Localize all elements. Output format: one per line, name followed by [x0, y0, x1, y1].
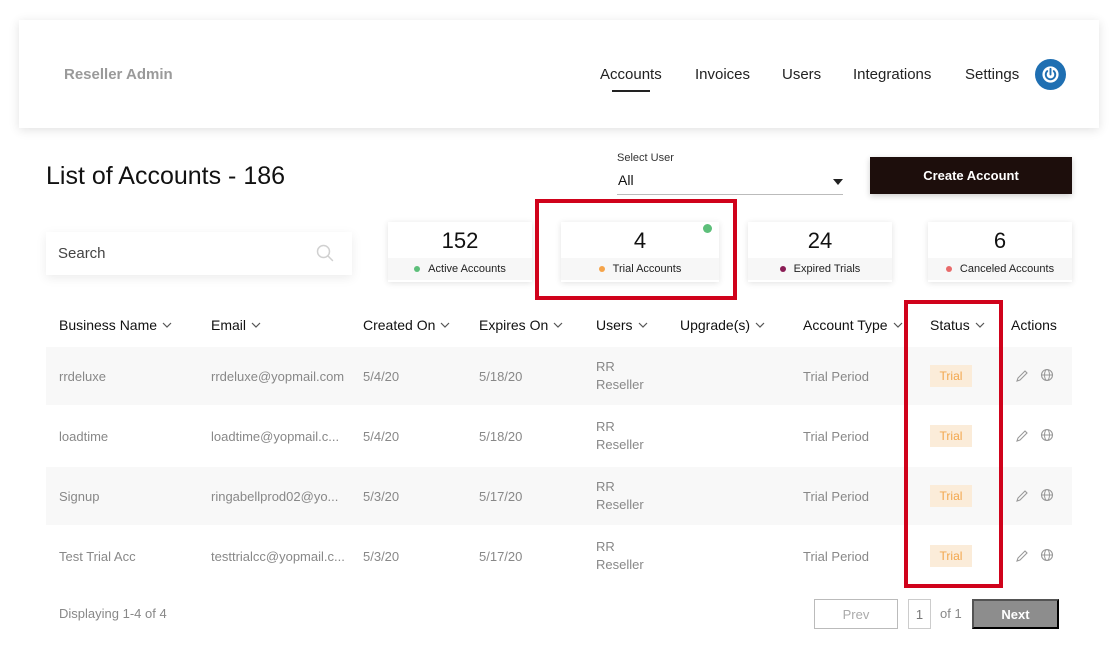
stat-value: 24 — [807, 228, 833, 253]
cell-account-type: Trial Period — [803, 549, 869, 564]
power-icon[interactable] — [1035, 59, 1066, 90]
cell-expires: 5/17/20 — [479, 489, 523, 504]
chevron-down-icon — [251, 322, 261, 328]
nav-invoices[interactable]: Invoices — [695, 66, 750, 83]
chevron-down-icon — [162, 322, 172, 328]
select-user-label: Select User — [617, 152, 674, 164]
power-symbol-icon — [1042, 66, 1059, 83]
cell-account-type: Trial Period — [803, 489, 869, 504]
displaying-count: Displaying 1-4 of 4 — [59, 606, 167, 621]
cell-users-line2: Reseller — [596, 497, 644, 512]
nav-accounts[interactable]: Accounts — [600, 66, 662, 92]
globe-icon[interactable] — [1040, 488, 1054, 502]
cell-expires: 5/17/20 — [479, 549, 523, 564]
globe-icon[interactable] — [1040, 548, 1054, 562]
cell-users-line2: Reseller — [596, 437, 644, 452]
column-header-account-type[interactable]: Account Type — [803, 317, 903, 333]
search-icon[interactable] — [316, 244, 334, 262]
next-page-button[interactable]: Next — [972, 599, 1059, 629]
cell-email: rrdeluxe@yopmail.com — [211, 369, 345, 384]
globe-icon[interactable] — [1040, 368, 1054, 382]
status-dot-icon — [945, 266, 952, 272]
prev-page-button[interactable]: Prev — [814, 599, 898, 629]
cell-users-line1: RR — [596, 479, 615, 494]
column-header-users[interactable]: Users — [596, 317, 648, 333]
highlight-trial-card — [535, 199, 737, 300]
search-box — [46, 232, 352, 275]
caret-down-icon — [833, 179, 843, 185]
stat-label: Canceled Accounts — [959, 263, 1055, 275]
stat-card-expired[interactable]: 24 Expired Trials — [748, 222, 892, 282]
chevron-down-icon — [553, 322, 563, 328]
cell-email: loadtime@yopmail.c... — [211, 429, 340, 444]
column-header-created[interactable]: Created On — [363, 317, 450, 333]
status-dot-icon — [779, 266, 786, 272]
cell-created: 5/3/20 — [363, 549, 400, 564]
cell-users-line1: RR — [596, 419, 615, 434]
page-title: List of Accounts - 186 — [46, 162, 286, 190]
stat-value: 152 — [441, 228, 479, 253]
cell-business: Test Trial Acc — [59, 549, 136, 564]
stat-label: Expired Trials — [793, 263, 861, 275]
nav-settings[interactable]: Settings — [965, 66, 1019, 83]
column-header-email[interactable]: Email — [211, 317, 261, 333]
cell-expires: 5/18/20 — [479, 369, 523, 384]
cell-created: 5/4/20 — [363, 429, 400, 444]
cell-created: 5/3/20 — [363, 489, 400, 504]
chevron-down-icon — [893, 322, 903, 328]
top-header: Reseller Admin Accounts Invoices Users I… — [19, 20, 1099, 128]
cell-users-line1: RR — [596, 359, 615, 374]
select-user-value: All — [618, 172, 634, 188]
cell-expires: 5/18/20 — [479, 429, 523, 444]
cell-business: loadtime — [59, 429, 109, 444]
chevron-down-icon — [440, 322, 450, 328]
edit-pencil-icon[interactable] — [1015, 429, 1029, 443]
cell-account-type: Trial Period — [803, 369, 869, 384]
cell-business: rrdeluxe — [59, 369, 106, 384]
column-header-upgrades[interactable]: Upgrade(s) — [680, 317, 765, 333]
brand-title: Reseller Admin — [64, 66, 173, 83]
cell-users-line1: RR — [596, 539, 615, 554]
highlight-status-column — [904, 300, 1003, 588]
page-total: of 1 — [940, 606, 962, 621]
chevron-down-icon — [755, 322, 765, 328]
edit-pencil-icon[interactable] — [1015, 549, 1029, 563]
globe-icon[interactable] — [1040, 428, 1054, 442]
status-dot-icon — [414, 266, 421, 272]
cell-business: Signup — [59, 489, 100, 504]
page-number-input[interactable]: 1 — [908, 599, 931, 629]
select-user-dropdown[interactable]: All — [617, 170, 843, 195]
cell-users-line2: Reseller — [596, 557, 644, 572]
column-header-actions: Actions — [1011, 317, 1057, 333]
cell-email: testtrialcc@yopmail.c... — [211, 549, 345, 564]
chevron-down-icon — [638, 322, 647, 328]
edit-pencil-icon[interactable] — [1015, 489, 1029, 503]
column-header-business[interactable]: Business Name — [59, 317, 172, 333]
cell-created: 5/4/20 — [363, 369, 400, 384]
nav-integrations[interactable]: Integrations — [853, 66, 931, 83]
stat-card-active[interactable]: 152 Active Accounts — [388, 222, 532, 282]
create-account-button[interactable]: Create Account — [870, 157, 1072, 194]
edit-pencil-icon[interactable] — [1015, 369, 1029, 383]
column-header-expires[interactable]: Expires On — [479, 317, 563, 333]
stat-value: 6 — [993, 228, 1007, 253]
cell-users-line2: Reseller — [596, 377, 644, 392]
search-input[interactable] — [46, 232, 352, 275]
cell-email: ringabellprod02@yo... — [211, 489, 339, 504]
stat-label: Active Accounts — [428, 263, 506, 275]
stat-card-canceled[interactable]: 6 Canceled Accounts — [928, 222, 1072, 282]
nav-users[interactable]: Users — [782, 66, 821, 83]
cell-account-type: Trial Period — [803, 429, 869, 444]
